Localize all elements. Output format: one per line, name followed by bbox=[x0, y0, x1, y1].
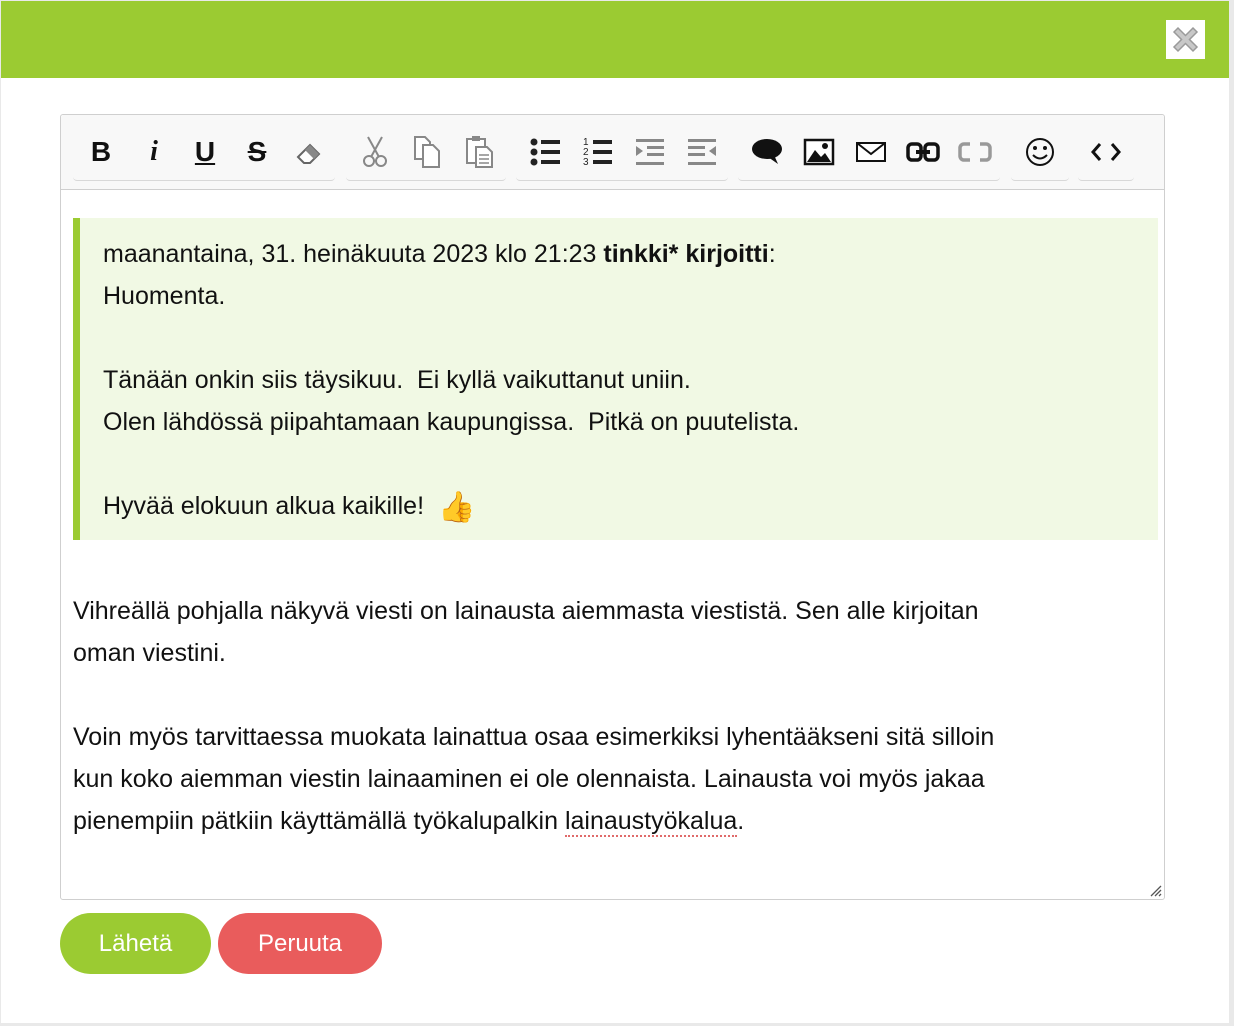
cut-icon bbox=[363, 136, 387, 167]
paste-button[interactable] bbox=[459, 129, 499, 175]
editor-toolbar: B i U S 1 2 3 bbox=[61, 115, 1164, 190]
message-paragraph: Vihreällä pohjalla näkyvä viesti on lain… bbox=[73, 590, 1133, 674]
quote-line: Hyvää elokuun alkua kaikille! bbox=[103, 492, 425, 520]
bold-icon: B bbox=[90, 136, 112, 167]
numbered-list-button[interactable]: 1 2 3 bbox=[578, 129, 618, 175]
remove-format-button[interactable] bbox=[289, 129, 329, 175]
paragraph-line: Voin myös tarvittaessa muokata lainattua… bbox=[73, 723, 995, 751]
quote-date: maanantaina, 31. heinäkuuta 2023 klo 21:… bbox=[103, 240, 604, 268]
email-icon bbox=[856, 142, 886, 162]
paragraph-line: Vihreällä pohjalla näkyvä viesti on lain… bbox=[73, 597, 979, 625]
indent-button[interactable] bbox=[630, 129, 670, 175]
paste-icon bbox=[466, 136, 493, 168]
dialog-header bbox=[1, 1, 1229, 78]
link-button[interactable] bbox=[903, 129, 943, 175]
strikethrough-button[interactable]: S bbox=[237, 129, 277, 175]
image-icon bbox=[803, 138, 835, 166]
copy-icon bbox=[414, 136, 440, 168]
message-paragraph: Voin myös tarvittaessa muokata lainattua… bbox=[73, 716, 1133, 842]
email-button[interactable] bbox=[851, 129, 891, 175]
italic-button[interactable]: i bbox=[134, 129, 174, 175]
message-editor[interactable]: B i U S 1 2 3 maanantaina, 31. heinäkuut… bbox=[60, 114, 1165, 900]
close-button[interactable] bbox=[1166, 20, 1205, 59]
copy-button[interactable] bbox=[407, 129, 447, 175]
source-code-icon bbox=[1091, 143, 1121, 161]
resize-handle-icon[interactable] bbox=[1148, 883, 1162, 897]
unlink-button[interactable] bbox=[955, 129, 995, 175]
source-code-button[interactable] bbox=[1086, 129, 1126, 175]
indent-icon bbox=[636, 139, 664, 165]
quote-author: tinkki* kirjoitti bbox=[603, 240, 769, 268]
image-button[interactable] bbox=[799, 129, 839, 175]
underline-button[interactable]: U bbox=[185, 129, 225, 175]
unlink-icon bbox=[958, 142, 992, 162]
bullet-list-icon bbox=[530, 138, 560, 166]
quote-header: maanantaina, 31. heinäkuuta 2023 klo 21:… bbox=[103, 233, 776, 275]
paragraph-line: pienempiin pätkiin käyttämällä työkalupa… bbox=[73, 800, 1133, 842]
quoted-message: maanantaina, 31. heinäkuuta 2023 klo 21:… bbox=[73, 218, 1158, 540]
emoji-button[interactable] bbox=[1020, 129, 1060, 175]
quote-button[interactable] bbox=[747, 129, 787, 175]
quote-colon: : bbox=[768, 240, 776, 268]
italic-icon: i bbox=[150, 136, 158, 167]
close-icon bbox=[1172, 26, 1199, 53]
quote-line-with-emoji: Hyvää elokuun alkua kaikille! 👍 bbox=[103, 485, 475, 529]
quote-bubble-icon bbox=[752, 139, 782, 164]
misspelled-word: lainaustyökalua bbox=[564, 807, 738, 837]
text-run: . bbox=[737, 807, 745, 835]
smiley-icon bbox=[1026, 138, 1054, 166]
strikethrough-icon: S bbox=[247, 136, 267, 167]
paragraph-line: oman viestini. bbox=[73, 639, 226, 667]
paragraph-line: kun koko aiemman viestin lainaaminen ei … bbox=[73, 765, 985, 793]
reply-dialog: B i U S 1 2 3 maanantaina, 31. heinäkuut… bbox=[1, 1, 1229, 1023]
quote-line: Olen lähdössä piipahtamaan kaupungissa. … bbox=[103, 408, 800, 436]
send-button[interactable]: Lähetä bbox=[60, 913, 211, 974]
quote-line: Tänään onkin siis täysikuu. Ei kyllä vai… bbox=[103, 366, 691, 394]
numbered-list-icon: 1 2 3 bbox=[583, 137, 612, 168]
eraser-icon bbox=[296, 143, 321, 164]
cut-button[interactable] bbox=[355, 129, 395, 175]
svg-text:3: 3 bbox=[583, 157, 589, 168]
bullet-list-button[interactable] bbox=[526, 129, 566, 175]
thumbs-up-icon: 👍 bbox=[438, 491, 476, 524]
quote-line: Huomenta. bbox=[103, 282, 226, 310]
underline-icon: U bbox=[194, 136, 216, 167]
outdent-button[interactable] bbox=[682, 129, 722, 175]
outdent-icon bbox=[688, 139, 716, 165]
bold-button[interactable]: B bbox=[81, 129, 121, 175]
cancel-button[interactable]: Peruuta bbox=[218, 913, 382, 974]
link-icon bbox=[906, 142, 940, 162]
text-run: pienempiin pätkiin käyttämällä työkalupa… bbox=[73, 807, 565, 835]
